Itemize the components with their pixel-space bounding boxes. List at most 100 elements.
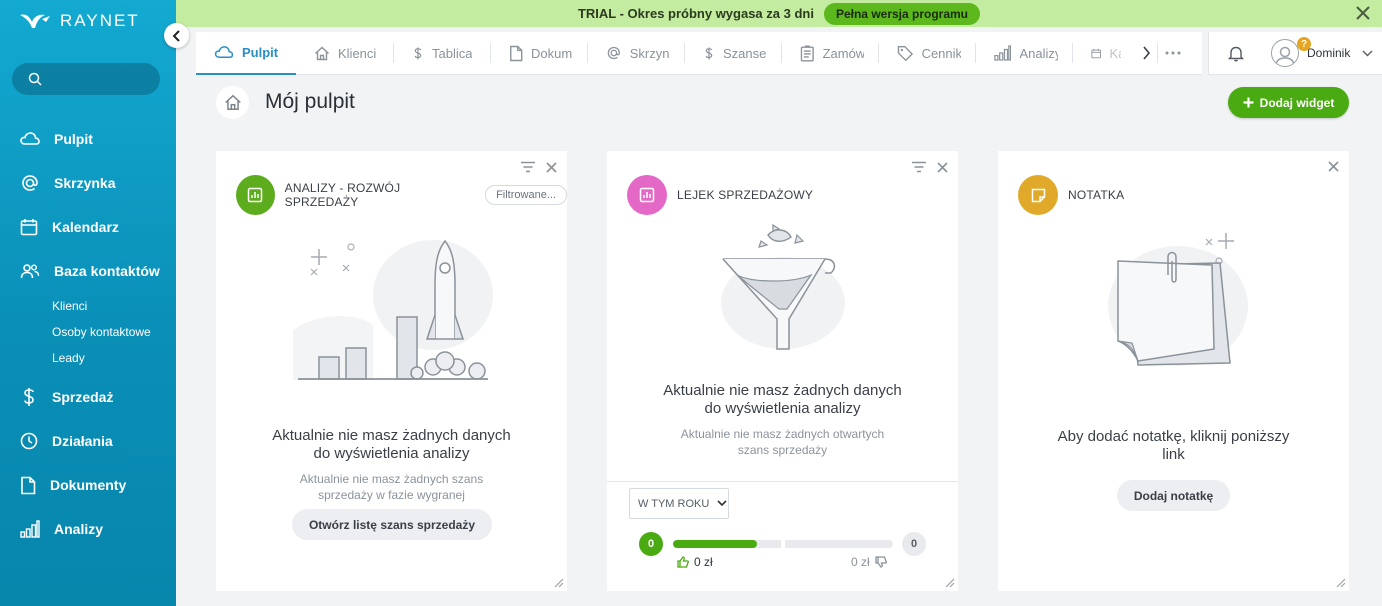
widget-title: NOTATKA <box>1068 188 1125 202</box>
sidebar-item-pulpit[interactable]: Pulpit <box>0 117 176 161</box>
sidebar-subitem-osoby-kontaktowe[interactable]: Osoby kontaktowe <box>0 319 176 345</box>
close-icon[interactable] <box>1328 161 1339 172</box>
filter-icon[interactable] <box>520 161 536 173</box>
won-amount-value: 0 zł <box>694 555 713 569</box>
analytics-icon <box>639 187 655 203</box>
sidebar-item-label: Pulpit <box>54 131 93 147</box>
tab-analizy[interactable]: Analizy <box>976 32 1072 75</box>
sidebar-item-dzialania[interactable]: Działania <box>0 419 176 463</box>
dollar-icon <box>414 47 422 59</box>
tab-kalendarz[interactable]: Kal <box>1073 32 1135 75</box>
widget-sales-funnel: LEJEK SPRZEDAŻOWY Aktualnie nie masz żad… <box>607 151 958 591</box>
full-version-button[interactable]: Pełna wersja programu <box>823 2 981 25</box>
tab-bar: Pulpit Klienci Tablica Dokum Skrzynk Sza… <box>196 31 1202 75</box>
widget-icon-badge <box>236 175 275 215</box>
won-progress-fill <box>673 540 757 548</box>
tab-tablica[interactable]: Tablica <box>394 32 490 75</box>
tab-label: Cennik <box>921 45 961 61</box>
home-button[interactable] <box>216 86 249 119</box>
add-widget-button[interactable]: Dodaj widget <box>1228 87 1349 118</box>
sidebar-item-skrzynka[interactable]: Skrzynka <box>0 161 176 205</box>
search-input[interactable] <box>50 71 150 87</box>
tab-dokumenty[interactable]: Dokum <box>491 32 587 75</box>
search-icon <box>28 72 42 86</box>
sidebar-item-dokumenty[interactable]: Dokumenty <box>0 463 176 507</box>
sidebar-item-kalendarz[interactable]: Kalendarz <box>0 205 176 249</box>
close-icon[interactable] <box>937 161 948 173</box>
note-hint-line: Aby dodać notatkę, kliknij poniższy <box>1057 428 1290 445</box>
widget-icon-badge <box>627 175 667 215</box>
lost-amount-value: 0 zł <box>851 555 870 569</box>
period-select[interactable]: W TYM ROKU <box>629 488 729 519</box>
add-widget-label: Dodaj widget <box>1259 95 1335 110</box>
sidebar-item-label: Analizy <box>54 521 104 537</box>
logo[interactable]: RAYNET <box>18 8 140 34</box>
sidebar-item-sprzedaz[interactable]: Sprzedaż <box>0 375 176 419</box>
funnel-illustration-icon <box>721 223 845 350</box>
more-horizontal-icon <box>1165 51 1181 55</box>
order-icon <box>800 45 814 61</box>
empty-message: Aktualnie nie masz żadnych danych do wyś… <box>216 427 567 463</box>
tab-szanse[interactable]: Szanse <box>685 32 781 75</box>
tabs-more-button[interactable] <box>1158 32 1188 75</box>
resize-handle-icon[interactable] <box>943 576 955 588</box>
trial-text: TRIAL - Okres próbny wygasa za 3 dni <box>577 6 814 21</box>
tab-label: Pulpit <box>242 44 279 60</box>
chevron-down-icon[interactable] <box>1362 50 1373 57</box>
empty-submessage-line: Aktualnie nie masz żadnych otwartych <box>680 427 885 441</box>
header-user-area: ? Dominik <box>1208 32 1382 75</box>
tab-skrzynka[interactable]: Skrzynk <box>588 32 684 75</box>
empty-submessage-line: sprzedaży w fazie wygranej <box>318 488 465 502</box>
thumbs-down-icon <box>875 556 887 568</box>
cloud-icon <box>20 132 40 145</box>
sidebar-item-label: Działania <box>52 433 113 449</box>
sidebar-subitem-klienci[interactable]: Klienci <box>0 293 176 319</box>
trial-banner: TRIAL - Okres próbny wygasa za 3 dni Peł… <box>176 0 1382 27</box>
lost-amount: 0 zł <box>851 555 887 569</box>
empty-submessage-line: Aktualnie nie masz żadnych szans <box>299 472 484 486</box>
sidebar-item-label: Sprzedaż <box>52 389 114 405</box>
calendar-icon <box>20 219 38 236</box>
resize-handle-icon[interactable] <box>1334 576 1346 588</box>
empty-message-line: do wyświetlenia analizy <box>704 400 861 417</box>
filter-icon[interactable] <box>911 161 927 173</box>
thumbs-up-icon <box>677 556 689 568</box>
sidebar-subitem-leady[interactable]: Leady <box>0 345 176 371</box>
widget-header: NOTATKA <box>1018 175 1124 215</box>
tab-pulpit[interactable]: Pulpit <box>196 31 296 75</box>
bell-icon[interactable] <box>1228 45 1244 62</box>
tab-klienci[interactable]: Klienci <box>296 32 393 75</box>
lost-progress-gap <box>781 540 785 548</box>
close-icon[interactable] <box>546 161 557 173</box>
close-icon[interactable] <box>1356 6 1370 20</box>
avatar[interactable] <box>1271 39 1299 67</box>
tab-zamowienia[interactable]: Zamów <box>782 32 878 75</box>
sticky-note-illustration-icon <box>1108 233 1248 366</box>
empty-message-line: Aktualnie nie masz żadnych danych <box>272 427 511 444</box>
tab-label: Tablica <box>432 45 473 61</box>
sidebar-item-analizy[interactable]: Analizy <box>0 507 176 551</box>
search-box[interactable] <box>12 63 160 95</box>
collapse-sidebar-button[interactable] <box>164 23 189 48</box>
empty-submessage: Aktualnie nie masz żadnych otwartych sza… <box>607 426 958 458</box>
dollar-icon <box>705 47 713 59</box>
sidebar-item-label: Dokumenty <box>50 477 127 493</box>
sidebar-item-baza-kontaktow[interactable]: Baza kontaktów <box>0 249 176 293</box>
open-opportunities-button[interactable]: Otwórz listę szans sprzedaży <box>292 509 492 540</box>
widget-icon-badge <box>1018 175 1058 215</box>
brand-name: RAYNET <box>60 11 140 30</box>
tab-label: Zamów <box>822 45 864 61</box>
user-name[interactable]: Dominik <box>1307 46 1350 60</box>
cloud-icon <box>214 45 234 58</box>
add-note-button[interactable]: Dodaj notatkę <box>1117 480 1230 511</box>
resize-handle-icon[interactable] <box>552 576 564 588</box>
analytics-icon <box>248 187 263 203</box>
chevron-right-icon <box>1142 46 1150 60</box>
widget-tools <box>911 161 948 173</box>
tab-cennik[interactable]: Cennik <box>879 32 975 75</box>
note-hint-line: link <box>1162 446 1185 463</box>
filter-chip[interactable]: Filtrowane... <box>485 185 567 205</box>
empty-submessage-line: szans sprzedaży <box>737 443 828 457</box>
tabs-scroll-right-button[interactable] <box>1135 32 1157 75</box>
plus-icon <box>1243 97 1254 108</box>
